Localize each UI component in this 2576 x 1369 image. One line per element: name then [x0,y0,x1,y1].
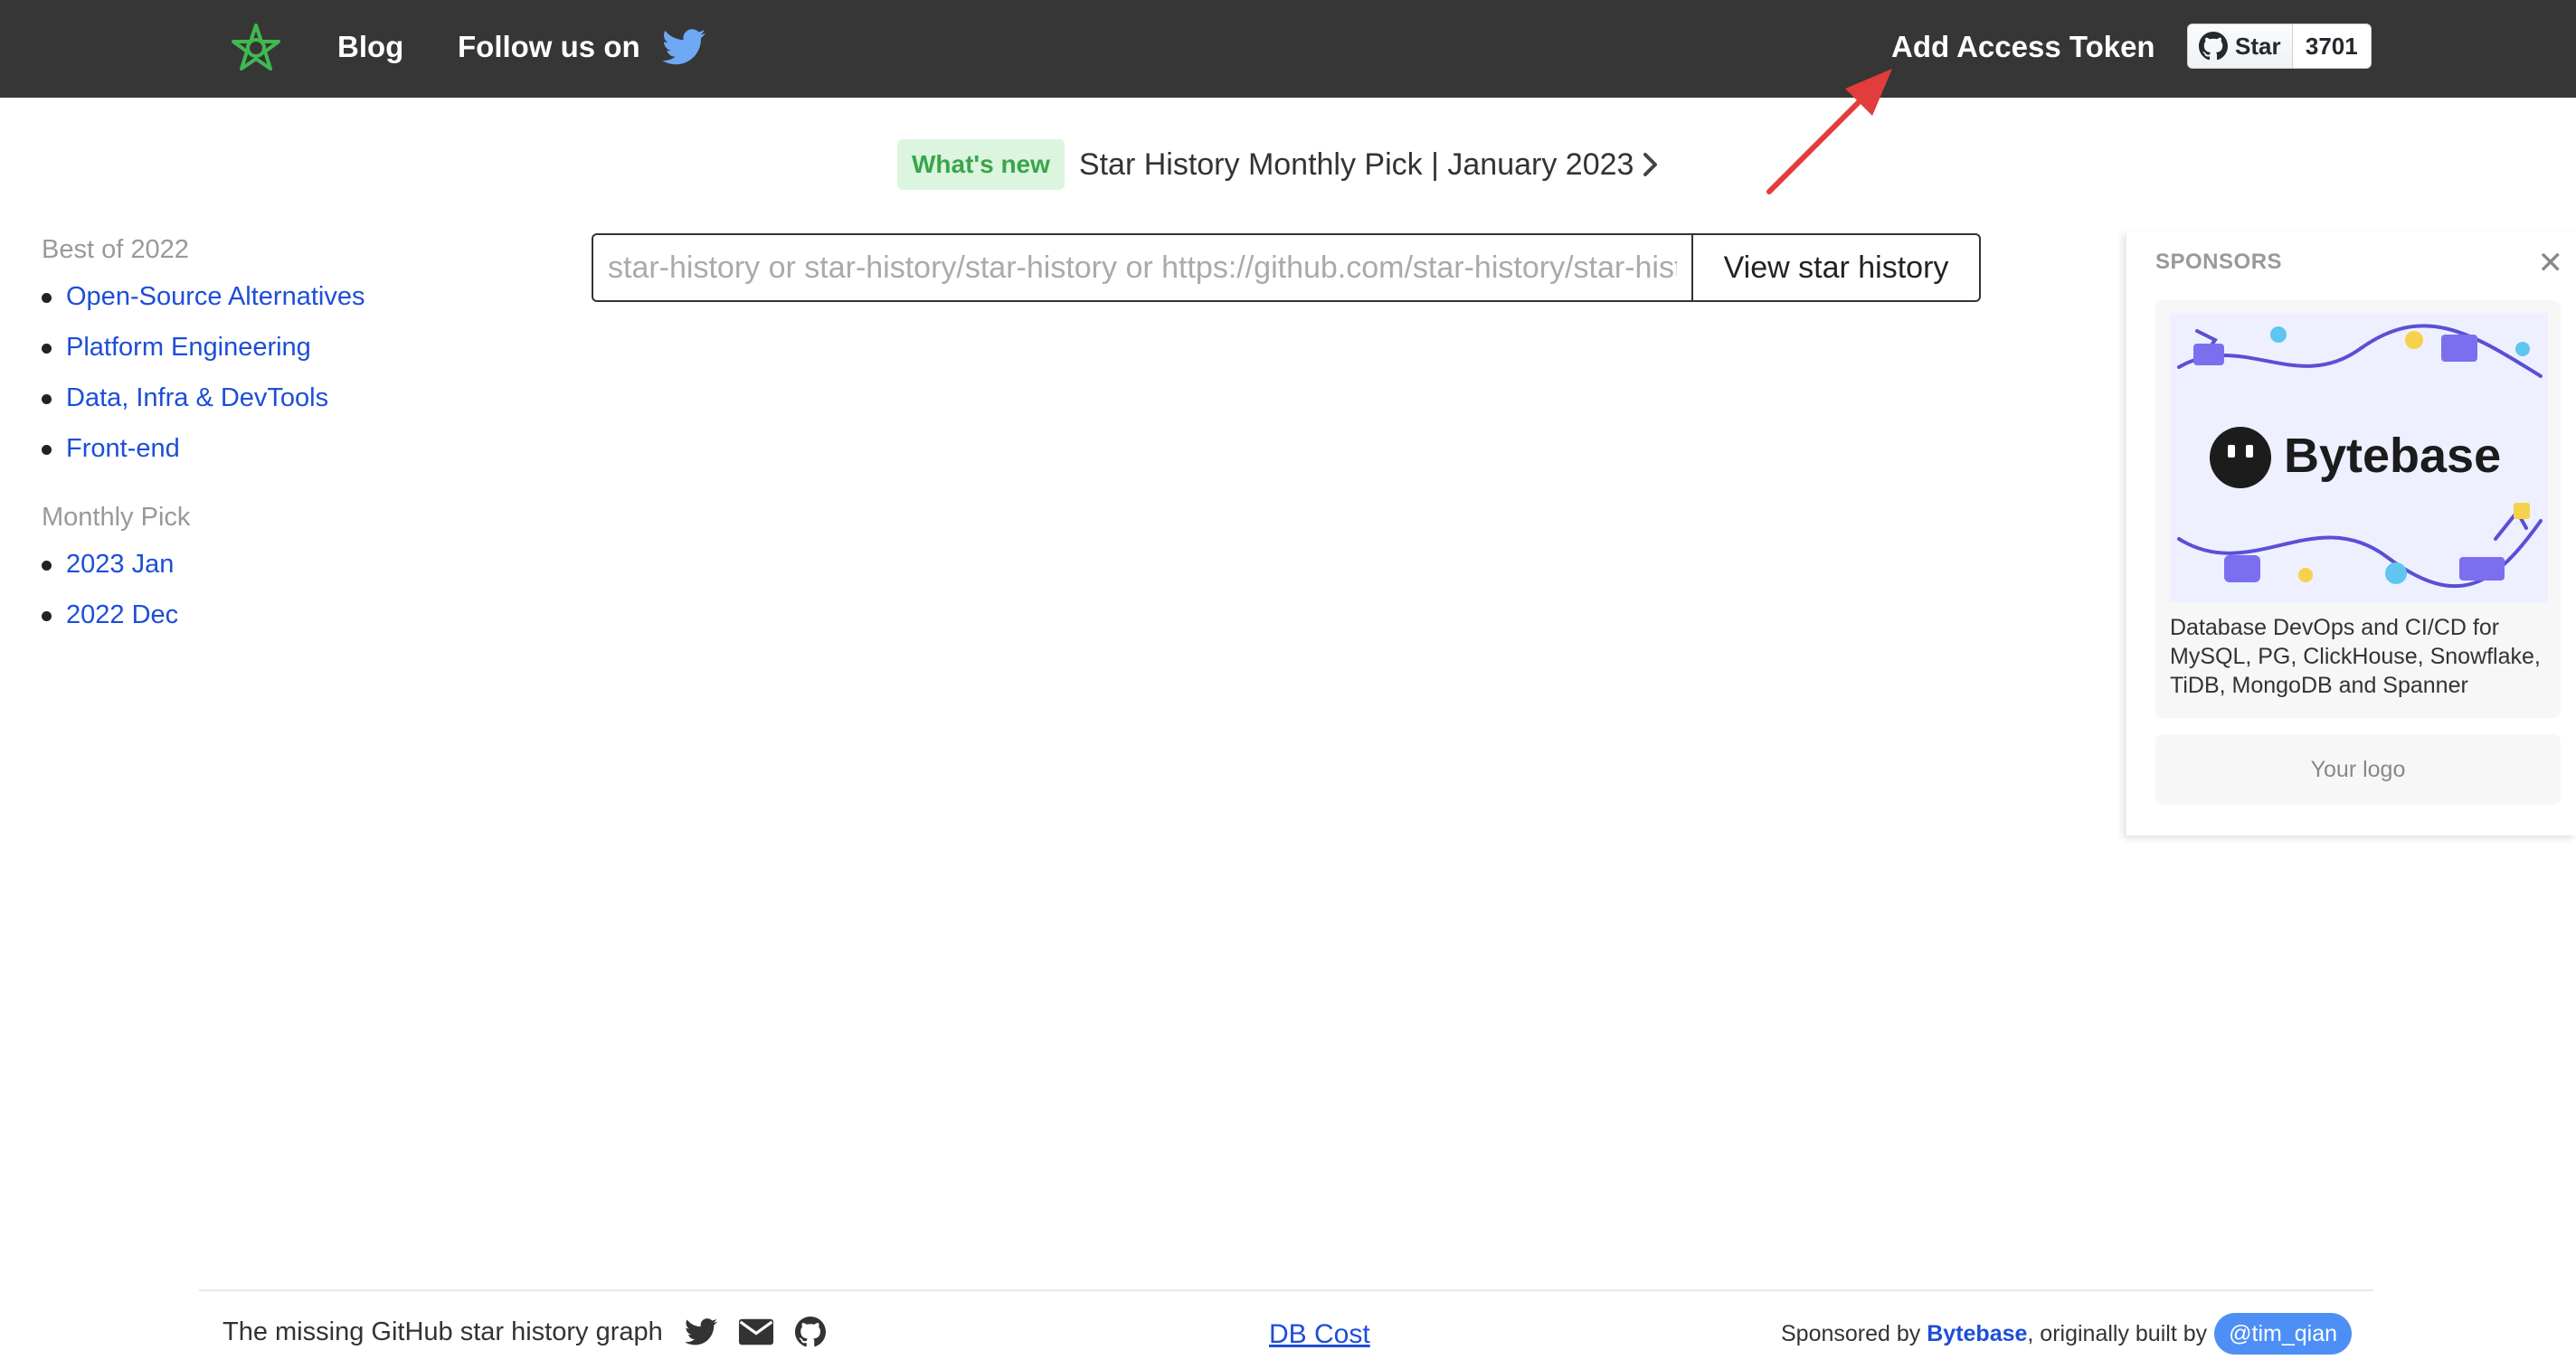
mail-icon[interactable] [738,1317,773,1347]
twitter-icon [661,29,706,65]
twitter-icon[interactable] [684,1317,717,1347]
sidebar: Best of 2022 Open-Source Alternatives Pl… [42,231,421,666]
sponsored-by-label: Sponsored by [1781,1320,1921,1346]
list-item: Data, Infra & DevTools [42,378,421,429]
sidebar-link-data-infra-devtools[interactable]: Data, Infra & DevTools [66,383,328,412]
sponsor-description: Database DevOps and CI/CD for MySQL, PG,… [2170,615,2541,698]
github-star-label: Star [2235,32,2281,60]
sidebar-link-open-source-alternatives[interactable]: Open-Source Alternatives [66,282,365,311]
sidebar-link-front-end[interactable]: Front-end [66,434,180,463]
star-logo-icon[interactable] [230,22,282,74]
github-star-button[interactable]: Star 3701 [2187,24,2372,69]
github-star-label-box: Star [2188,24,2293,68]
sidebar-link-2022-dec[interactable]: 2022 Dec [66,600,178,629]
list-item: Front-end [42,429,421,479]
view-star-history-button[interactable]: View star history [1691,233,1981,302]
sidebar-list-best-of-2022: Open-Source Alternatives Platform Engine… [42,277,421,479]
list-item: 2023 Jan [42,544,421,595]
sidebar-link-platform-engineering[interactable]: Platform Engineering [66,333,311,362]
originally-built-label: , originally built by [2027,1320,2208,1346]
nav-blog-link[interactable]: Blog [337,27,403,67]
whats-new-text: Star History Monthly Pick | January 2023 [1078,146,1634,182]
sponsors-panel: SPONSORS ✕ Bytebase Database DevOps and … [2126,231,2576,836]
github-star-count: 3701 [2305,32,2358,60]
bytebase-illustration-icon: Bytebase [2170,313,2548,602]
chevron-right-icon [1643,153,1658,176]
add-access-token-button[interactable]: Add Access Token [1891,27,2155,67]
author-badge-link[interactable]: @tim_qian [2214,1313,2352,1355]
list-item: 2022 Dec [42,595,421,646]
bytebase-link[interactable]: Bytebase [1927,1321,2027,1347]
list-item: Platform Engineering [42,327,421,378]
list-item: Open-Source Alternatives [42,277,421,327]
sponsor-card-bytebase[interactable]: Bytebase Database DevOps and CI/CD for M… [2155,300,2561,718]
sidebar-heading-best-of-2022: Best of 2022 [42,235,189,264]
your-logo-slot[interactable]: Your logo [2155,734,2561,805]
github-icon [2199,32,2228,61]
footer-tagline: The missing GitHub star history graph [223,1317,663,1346]
repo-search-form: View star history [592,233,1981,302]
nav-follow-twitter-link[interactable]: Follow us on [458,27,706,67]
bytebase-logo-text: Bytebase [2284,429,2501,483]
footer-left: The missing GitHub star history graph [223,1317,826,1347]
follow-label: Follow us on [458,30,640,63]
sponsors-title: SPONSORS [2155,250,2283,274]
sidebar-list-monthly-pick: 2023 Jan 2022 Dec [42,544,421,646]
close-icon[interactable]: ✕ [2538,248,2564,279]
whats-new-badge: What's new [897,139,1065,190]
annotation-arrow-icon [1766,69,1892,194]
repo-search-input[interactable] [592,233,1691,302]
db-cost-link[interactable]: DB Cost [1269,1317,1370,1353]
whats-new-banner[interactable]: What's new Star History Monthly Pick | J… [897,139,1661,190]
sidebar-heading-monthly-pick: Monthly Pick [42,503,191,532]
footer-divider [199,1289,2373,1291]
footer-credits: Sponsored by Bytebase, originally built … [1781,1313,2352,1355]
github-icon[interactable] [794,1317,826,1347]
top-nav-bar: Blog Follow us on Add Access Token Star … [0,0,2576,98]
sidebar-link-2023-jan[interactable]: 2023 Jan [66,550,174,579]
sponsor-banner-image: Bytebase [2170,313,2548,602]
